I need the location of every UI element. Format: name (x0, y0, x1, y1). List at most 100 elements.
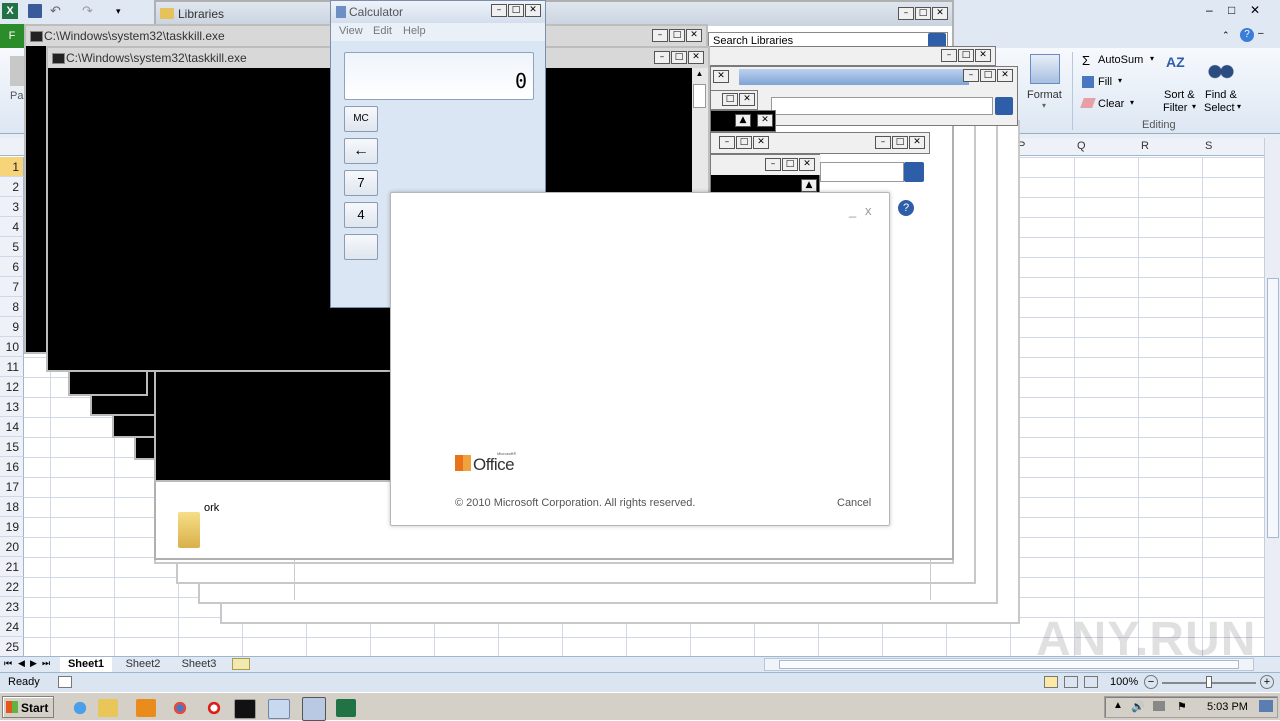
row-header[interactable]: 10 (0, 337, 24, 357)
calculator-backspace-button[interactable]: ← (344, 138, 378, 164)
clear-button[interactable]: Clear (1098, 98, 1124, 110)
paste-label[interactable]: Pa (10, 90, 23, 102)
libraries-folder-item-icon[interactable] (178, 512, 200, 548)
tray-flag-icon[interactable]: ⚑ (1177, 700, 1187, 713)
row-header[interactable]: 15 (0, 437, 24, 457)
calculator-1-button[interactable] (344, 234, 378, 260)
format-icon[interactable] (1030, 54, 1060, 84)
cmd-taskbar-icon[interactable] (234, 699, 256, 719)
row-header[interactable]: 19 (0, 517, 24, 537)
console-back-minimize-button[interactable]: – (652, 29, 668, 42)
fill-button[interactable]: Fill (1098, 76, 1112, 88)
row-header[interactable]: 21 (0, 557, 24, 577)
sheet-nav-prev-icon[interactable]: ◀ (18, 658, 25, 669)
ribbon-minimize-icon[interactable]: ⌃ (1222, 30, 1232, 40)
workbook-minimize-button[interactable]: – (1258, 28, 1266, 40)
row-header-1[interactable]: 1 (0, 157, 24, 177)
clear-dropdown-icon[interactable]: ▾ (1130, 98, 1134, 107)
calculator-mc-button[interactable]: MC (344, 106, 378, 132)
sheet-tab-sheet1[interactable]: Sheet1 (60, 657, 112, 672)
show-desktop-icon[interactable] (1259, 700, 1273, 712)
tray-network-icon[interactable] (1153, 701, 1165, 711)
column-header-s[interactable]: S (1205, 140, 1212, 152)
subwindow-minimize-button[interactable]: – (963, 69, 979, 82)
row-header[interactable]: 5 (0, 237, 24, 257)
find-select-label-2[interactable]: Select (1204, 102, 1235, 114)
file-tab[interactable]: F (0, 24, 24, 48)
format-button-label[interactable]: Format (1027, 89, 1062, 101)
sort-filter-label-2[interactable]: Filter (1163, 102, 1187, 114)
row-header[interactable]: 13 (0, 397, 24, 417)
subwindow-search-icon[interactable] (995, 97, 1013, 115)
subwindow-maximize-button[interactable]: □ (980, 69, 996, 82)
calculator-minimize-button[interactable]: – (491, 4, 507, 17)
tray-expand-icon[interactable]: ▲ (1113, 700, 1123, 711)
excel-restore-button[interactable]: □ (1228, 3, 1242, 17)
calculator-menu-edit[interactable]: Edit (373, 25, 392, 37)
subwindow-7-search-icon[interactable] (904, 162, 924, 182)
calculator-menu-view[interactable]: View (339, 25, 363, 37)
row-header[interactable]: 6 (0, 257, 24, 277)
undo-icon[interactable]: ↶ (50, 4, 64, 18)
sheet-nav-next-icon[interactable]: ▶ (30, 658, 37, 669)
row-header[interactable]: 25 (0, 637, 24, 657)
sort-filter-dropdown-icon[interactable]: ▾ (1192, 102, 1196, 111)
subwindow-2-titlebar[interactable] (739, 69, 969, 85)
column-header-r[interactable]: R (1141, 140, 1149, 152)
row-header[interactable]: 9 (0, 317, 24, 337)
console-scroll-up-icon[interactable]: ▲ (693, 69, 706, 83)
subwindow-minimize-button[interactable]: – (941, 49, 957, 62)
console-front-maximize-button[interactable]: □ (671, 51, 687, 64)
page-layout-view-icon[interactable] (1064, 676, 1078, 688)
macro-record-icon[interactable] (58, 676, 72, 688)
row-header[interactable]: 7 (0, 277, 24, 297)
splash-minimize-button[interactable]: _ (849, 203, 856, 218)
tray-clock[interactable]: 5:03 PM (1207, 701, 1248, 713)
calculator-maximize-button[interactable]: □ (508, 4, 524, 17)
calculator-4-button[interactable]: 4 (344, 202, 378, 228)
subwindow-scroll-up-icon[interactable]: ▲ (735, 114, 751, 127)
sheet-tab-sheet2[interactable]: Sheet2 (118, 657, 168, 672)
row-header[interactable]: 16 (0, 457, 24, 477)
row-header[interactable]: 8 (0, 297, 24, 317)
row-header[interactable]: 3 (0, 197, 24, 217)
chrome-icon[interactable] (170, 699, 190, 717)
row-header[interactable]: 23 (0, 597, 24, 617)
customize-qat-icon[interactable]: ▾ (116, 4, 126, 18)
insert-sheet-icon[interactable] (232, 658, 250, 670)
row-header[interactable]: 11 (0, 357, 24, 377)
sheet-nav-first-icon[interactable]: ⏮ (4, 658, 12, 669)
subwindow-minimize-button[interactable]: – (719, 136, 735, 149)
subwindow-7-search-box[interactable] (820, 162, 904, 182)
row-header[interactable]: 22 (0, 577, 24, 597)
column-header-q[interactable]: Q (1077, 140, 1086, 152)
libraries-close-button[interactable]: ✕ (932, 7, 948, 20)
window-taskbar-icon[interactable] (268, 699, 290, 719)
subwindow-maximize-button[interactable]: □ (782, 158, 798, 171)
media-player-icon[interactable] (136, 699, 156, 717)
row-header[interactable]: 18 (0, 497, 24, 517)
libraries-maximize-button[interactable]: □ (915, 7, 931, 20)
help-icon[interactable]: ? (1240, 28, 1254, 42)
libraries-help-icon[interactable]: ? (898, 200, 914, 216)
row-header[interactable]: 4 (0, 217, 24, 237)
opera-icon[interactable] (204, 699, 224, 717)
subwindow-close-button[interactable]: ✕ (909, 136, 925, 149)
fill-dropdown-icon[interactable]: ▾ (1118, 76, 1122, 85)
sheet-tab-sheet3[interactable]: Sheet3 (174, 657, 224, 672)
console-front-minimize-button[interactable]: – (654, 51, 670, 64)
binoculars-icon[interactable] (1206, 56, 1236, 82)
zoom-in-icon[interactable]: + (1260, 675, 1274, 689)
row-header[interactable]: 24 (0, 617, 24, 637)
sort-filter-label-1[interactable]: Sort & (1164, 89, 1195, 101)
tray-volume-icon[interactable]: 🔊 (1131, 700, 1145, 713)
subwindow-minimize-button[interactable]: – (875, 136, 891, 149)
row-header[interactable]: 2 (0, 177, 24, 197)
subwindow-close-button[interactable]: ✕ (739, 93, 755, 106)
excel-close-button[interactable]: ✕ (1250, 3, 1264, 17)
paste-icon[interactable] (10, 56, 24, 86)
subwindow-close-button[interactable]: ✕ (799, 158, 815, 171)
calculator-menu-help[interactable]: Help (403, 25, 426, 37)
calculator-close-button[interactable]: ✕ (525, 4, 541, 17)
splash-cancel-button[interactable]: Cancel (837, 497, 871, 509)
